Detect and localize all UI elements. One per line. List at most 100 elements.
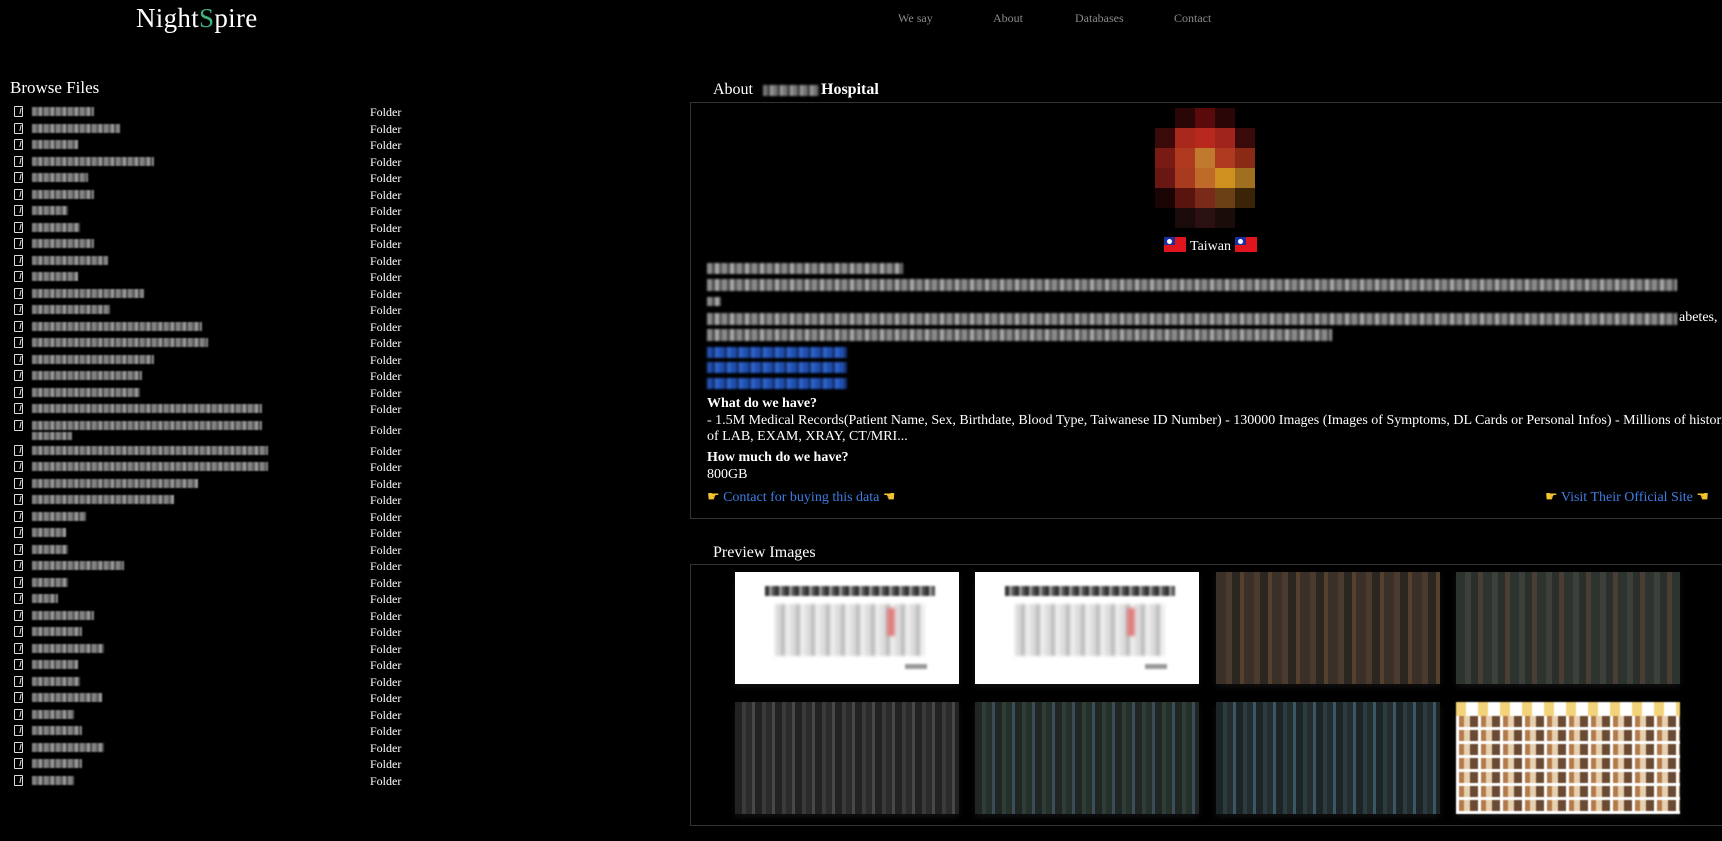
file-row[interactable]: Folder [14, 269, 414, 286]
redacted-file-name[interactable] [32, 528, 66, 537]
file-row[interactable]: Folder [14, 220, 414, 237]
preview-image[interactable] [1216, 572, 1440, 684]
nav-about[interactable]: About [993, 11, 1023, 26]
file-row[interactable]: Folder [14, 773, 414, 790]
file-row[interactable]: Folder [14, 236, 414, 253]
redacted-file-name[interactable] [32, 643, 104, 653]
preview-image[interactable] [735, 572, 959, 684]
file-row[interactable]: Folder [14, 253, 414, 270]
file-row[interactable]: Folder [14, 575, 414, 592]
file-row[interactable]: Folder [14, 674, 414, 691]
file-row[interactable]: Folder [14, 104, 414, 121]
file-row[interactable]: Folder [14, 690, 414, 707]
file-row[interactable]: Folder [14, 542, 414, 559]
redacted-file-name[interactable] [32, 511, 86, 521]
preview-image[interactable] [1456, 702, 1680, 814]
file-row[interactable]: Folder [14, 401, 414, 418]
redacted-file-name[interactable] [32, 123, 120, 133]
redacted-file-name[interactable] [32, 288, 144, 298]
file-row[interactable]: Folder [14, 558, 414, 575]
redacted-file-name[interactable] [32, 189, 94, 199]
file-row[interactable]: Folder [14, 368, 414, 385]
redacted-file-name[interactable] [32, 272, 78, 281]
file-row[interactable]: Folder [14, 121, 414, 138]
redacted-file-name[interactable] [32, 478, 198, 488]
redacted-file-name[interactable] [32, 321, 202, 331]
file-row[interactable]: Folder [14, 525, 414, 542]
file-row[interactable]: Folder [14, 187, 414, 204]
file-row[interactable]: Folder [14, 170, 414, 187]
nav-we-say[interactable]: We say [898, 11, 933, 26]
redacted-file-name[interactable] [32, 371, 142, 380]
file-row[interactable]: Folder [14, 641, 414, 658]
redacted-file-name[interactable] [32, 338, 208, 347]
file-row[interactable]: Folder [14, 203, 414, 220]
file-row[interactable]: Folder [14, 385, 414, 402]
redacted-file-name[interactable] [32, 420, 262, 430]
redacted-file-name[interactable] [32, 239, 94, 248]
file-row[interactable]: Folder [14, 608, 414, 625]
nav-contact[interactable]: Contact [1174, 11, 1211, 26]
file-row[interactable]: Folder [14, 418, 414, 443]
redacted-file-name[interactable] [32, 610, 94, 620]
preview-image[interactable] [1216, 702, 1440, 814]
file-row[interactable]: Folder [14, 137, 414, 154]
file-row[interactable]: Folder [14, 740, 414, 757]
preview-image[interactable] [1456, 572, 1680, 684]
redacted-file-name[interactable] [32, 387, 140, 397]
preview-image[interactable] [975, 702, 1199, 814]
visit-site-link[interactable]: ☛ Visit Their Official Site ☚ [1545, 489, 1709, 506]
file-row[interactable]: Folder [14, 335, 414, 352]
redacted-file-name[interactable] [32, 775, 74, 785]
redacted-file-name[interactable] [32, 445, 268, 455]
redacted-file-name[interactable] [32, 404, 262, 413]
redacted-file-name[interactable] [32, 544, 68, 554]
file-row[interactable]: Folder [14, 319, 414, 336]
redacted-file-name[interactable] [32, 156, 154, 166]
redacted-file-name[interactable] [32, 354, 154, 364]
redacted-file-name[interactable] [32, 594, 58, 603]
redacted-file-name[interactable] [32, 140, 78, 149]
file-row[interactable]: Folder [14, 352, 414, 369]
file-row[interactable]: Folder [14, 492, 414, 509]
redacted-file-name[interactable] [32, 255, 108, 265]
redacted-file-name[interactable] [32, 107, 94, 116]
preview-image[interactable] [735, 702, 959, 814]
redacted-file-name[interactable] [32, 709, 74, 719]
redacted-file-name[interactable] [32, 561, 124, 570]
redacted-file-name[interactable] [32, 173, 88, 182]
file-row[interactable]: Folder [14, 657, 414, 674]
redacted-link[interactable] [707, 347, 847, 358]
file-row[interactable]: Folder [14, 624, 414, 641]
preview-image[interactable] [975, 572, 1199, 684]
file-row[interactable]: Folder [14, 723, 414, 740]
redacted-file-name[interactable] [32, 726, 82, 735]
file-row[interactable]: Folder [14, 459, 414, 476]
nav-databases[interactable]: Databases [1075, 11, 1124, 26]
file-row[interactable]: Folder [14, 476, 414, 493]
file-row[interactable]: Folder [14, 756, 414, 773]
site-logo[interactable]: NightSpire [136, 3, 258, 34]
redacted-file-name[interactable] [32, 206, 68, 215]
file-row[interactable]: Folder [14, 154, 414, 171]
redacted-file-name[interactable] [32, 676, 80, 686]
file-row[interactable]: Folder [14, 443, 414, 460]
redacted-file-name[interactable] [32, 759, 82, 768]
file-row[interactable]: Folder [14, 707, 414, 724]
redacted-file-name[interactable] [32, 495, 174, 504]
redacted-link[interactable] [707, 378, 847, 389]
redacted-file-name[interactable] [32, 742, 104, 752]
file-row[interactable]: Folder [14, 302, 414, 319]
redacted-file-name[interactable] [32, 222, 80, 232]
file-row[interactable]: Folder [14, 591, 414, 608]
redacted-link[interactable] [707, 362, 847, 373]
redacted-file-name[interactable] [32, 693, 102, 702]
redacted-file-name[interactable] [32, 462, 268, 471]
redacted-file-name[interactable] [32, 305, 110, 314]
contact-buy-link[interactable]: ☛ Contact for buying this data ☚ [707, 489, 895, 506]
redacted-file-name[interactable] [32, 627, 82, 636]
redacted-file-name[interactable] [32, 577, 68, 587]
file-row[interactable]: Folder [14, 509, 414, 526]
redacted-file-name[interactable] [32, 660, 78, 669]
file-row[interactable]: Folder [14, 286, 414, 303]
